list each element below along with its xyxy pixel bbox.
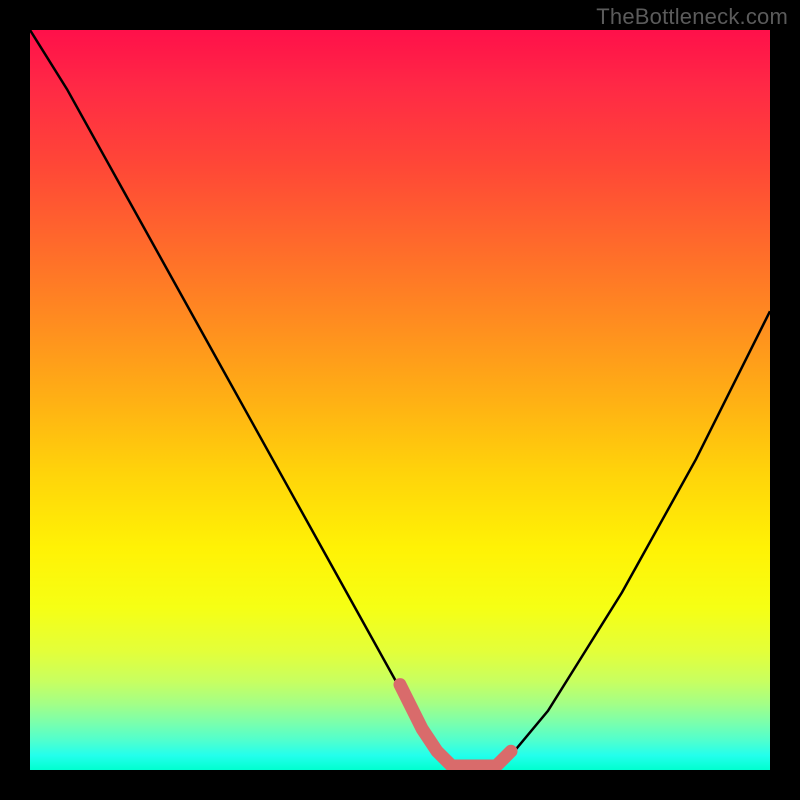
plot-area [30,30,770,770]
accent-layer [30,30,770,770]
accent-segment [400,685,511,766]
watermark-text: TheBottleneck.com [596,4,788,30]
chart-frame: TheBottleneck.com [0,0,800,800]
